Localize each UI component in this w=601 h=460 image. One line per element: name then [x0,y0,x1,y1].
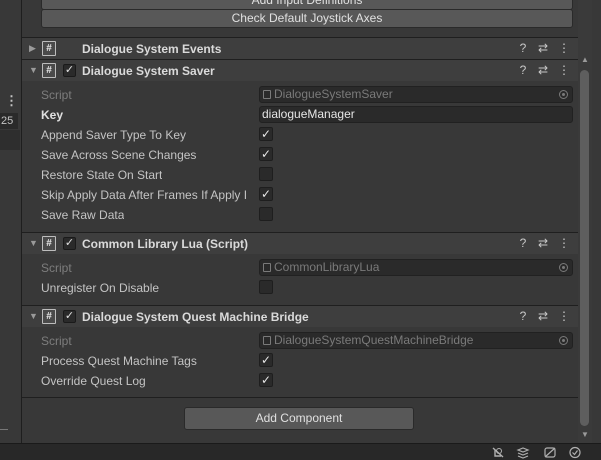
help-icon[interactable]: ? [516,236,530,250]
script-label: Script [41,261,72,275]
component-title: Dialogue System Events [82,42,222,56]
component-title: Dialogue System Quest Machine Bridge [82,310,309,324]
key-input[interactable]: dialogueManager [259,106,573,123]
help-icon[interactable]: ? [516,41,530,55]
number-field[interactable]: 25 [0,113,18,129]
override-quest-log-label: Override Quest Log [41,374,146,388]
foldout-closed-icon[interactable]: ▶ [29,43,36,54]
component-menu-icon[interactable]: ⋮ [557,63,571,77]
skip-apply-data-label: Skip Apply Data After Frames If Apply I [41,188,248,202]
script-label: Script [41,88,72,102]
save-across-scene-label: Save Across Scene Changes [41,148,197,162]
preset-icon[interactable]: ⇄ [536,236,550,250]
component-header-dialogue-system-saver[interactable]: ▼ # ✓ Dialogue System Saver ? ⇄ ⋮ [22,59,578,81]
object-picker-icon[interactable] [559,90,568,99]
inspector-scrollbar[interactable]: ▲ ▼ [578,0,592,443]
save-across-scene-checkbox[interactable]: ✓ [259,147,273,161]
object-picker-icon[interactable] [559,336,568,345]
script-value: CommonLibraryLua [274,260,380,274]
object-picker-icon[interactable] [559,263,568,272]
save-raw-data-checkbox[interactable] [259,207,273,221]
divider [22,397,578,398]
selected-row[interactable] [0,130,20,150]
help-icon[interactable]: ? [516,63,530,77]
script-object-field[interactable]: CommonLibraryLua [259,259,573,276]
debug-off-icon[interactable] [491,446,505,459]
unregister-on-disable-label: Unregister On Disable [41,281,160,295]
foldout-open-icon[interactable]: ▼ [29,311,38,321]
component-title: Dialogue System Saver [82,64,215,78]
scrollbar-thumb[interactable] [580,70,589,426]
divider [0,429,8,430]
restore-state-checkbox[interactable] [259,167,273,181]
kebab-menu-icon[interactable]: ⋮ [5,93,18,109]
script-icon: # [42,63,56,78]
script-file-icon [263,90,271,99]
script-icon: # [42,236,56,251]
preset-icon[interactable]: ⇄ [536,41,550,55]
append-saver-type-label: Append Saver Type To Key [41,128,186,142]
script-object-field[interactable]: DialogueSystemQuestMachineBridge [259,332,573,349]
component-header-quest-machine-bridge[interactable]: ▼ # ✓ Dialogue System Quest Machine Brid… [22,305,578,327]
process-quest-tags-checkbox[interactable]: ✓ [259,353,273,367]
component-menu-icon[interactable]: ⋮ [557,41,571,55]
foldout-open-icon[interactable]: ▼ [29,238,38,248]
help-icon[interactable]: ? [516,309,530,323]
component-menu-icon[interactable]: ⋮ [557,236,571,250]
append-saver-type-checkbox[interactable]: ✓ [259,127,273,141]
script-value: DialogueSystemQuestMachineBridge [274,333,474,347]
skip-apply-data-checkbox[interactable]: ✓ [259,187,273,201]
foldout-open-icon[interactable]: ▼ [29,65,38,75]
restore-state-label: Restore State On Start [41,168,163,182]
check-joystick-axes-button[interactable]: Check Default Joystick Axes [41,9,573,28]
preset-icon[interactable]: ⇄ [536,63,550,77]
process-quest-tags-label: Process Quest Machine Tags [41,354,197,368]
progress-icon[interactable] [568,446,582,459]
hierarchy-edge: ⋮ 25 [0,0,22,443]
script-icon: # [42,309,56,324]
preset-icon[interactable]: ⇄ [536,309,550,323]
script-icon: # [42,41,56,56]
script-object-field[interactable]: DialogueSystemSaver [259,86,573,103]
key-label: Key [41,108,64,122]
component-menu-icon[interactable]: ⋮ [557,309,571,323]
override-quest-log-checkbox[interactable]: ✓ [259,373,273,387]
component-title: Common Library Lua (Script) [82,237,249,251]
component-header-common-library-lua[interactable]: ▼ # ✓ Common Library Lua (Script) ? ⇄ ⋮ [22,232,578,254]
add-component-button[interactable]: Add Component [184,407,414,430]
script-value: DialogueSystemSaver [274,87,393,101]
scroll-up-icon[interactable]: ▲ [581,55,589,64]
script-label: Script [41,334,72,348]
script-file-icon [263,336,271,345]
inspector-panel: Add Input Definitions Check Default Joys… [22,0,601,443]
component-enabled-checkbox[interactable]: ✓ [63,237,76,250]
component-enabled-checkbox[interactable]: ✓ [63,64,76,77]
layers-icon[interactable] [516,446,530,459]
scroll-down-icon[interactable]: ▼ [581,430,589,439]
status-bar [0,443,601,460]
component-enabled-checkbox[interactable]: ✓ [63,310,76,323]
unregister-on-disable-checkbox[interactable] [259,280,273,294]
component-header-dialogue-system-events[interactable]: ▶ # Dialogue System Events ? ⇄ ⋮ [22,37,578,59]
script-file-icon [263,263,271,272]
visibility-icon[interactable] [543,446,557,459]
save-raw-data-label: Save Raw Data [41,208,125,222]
